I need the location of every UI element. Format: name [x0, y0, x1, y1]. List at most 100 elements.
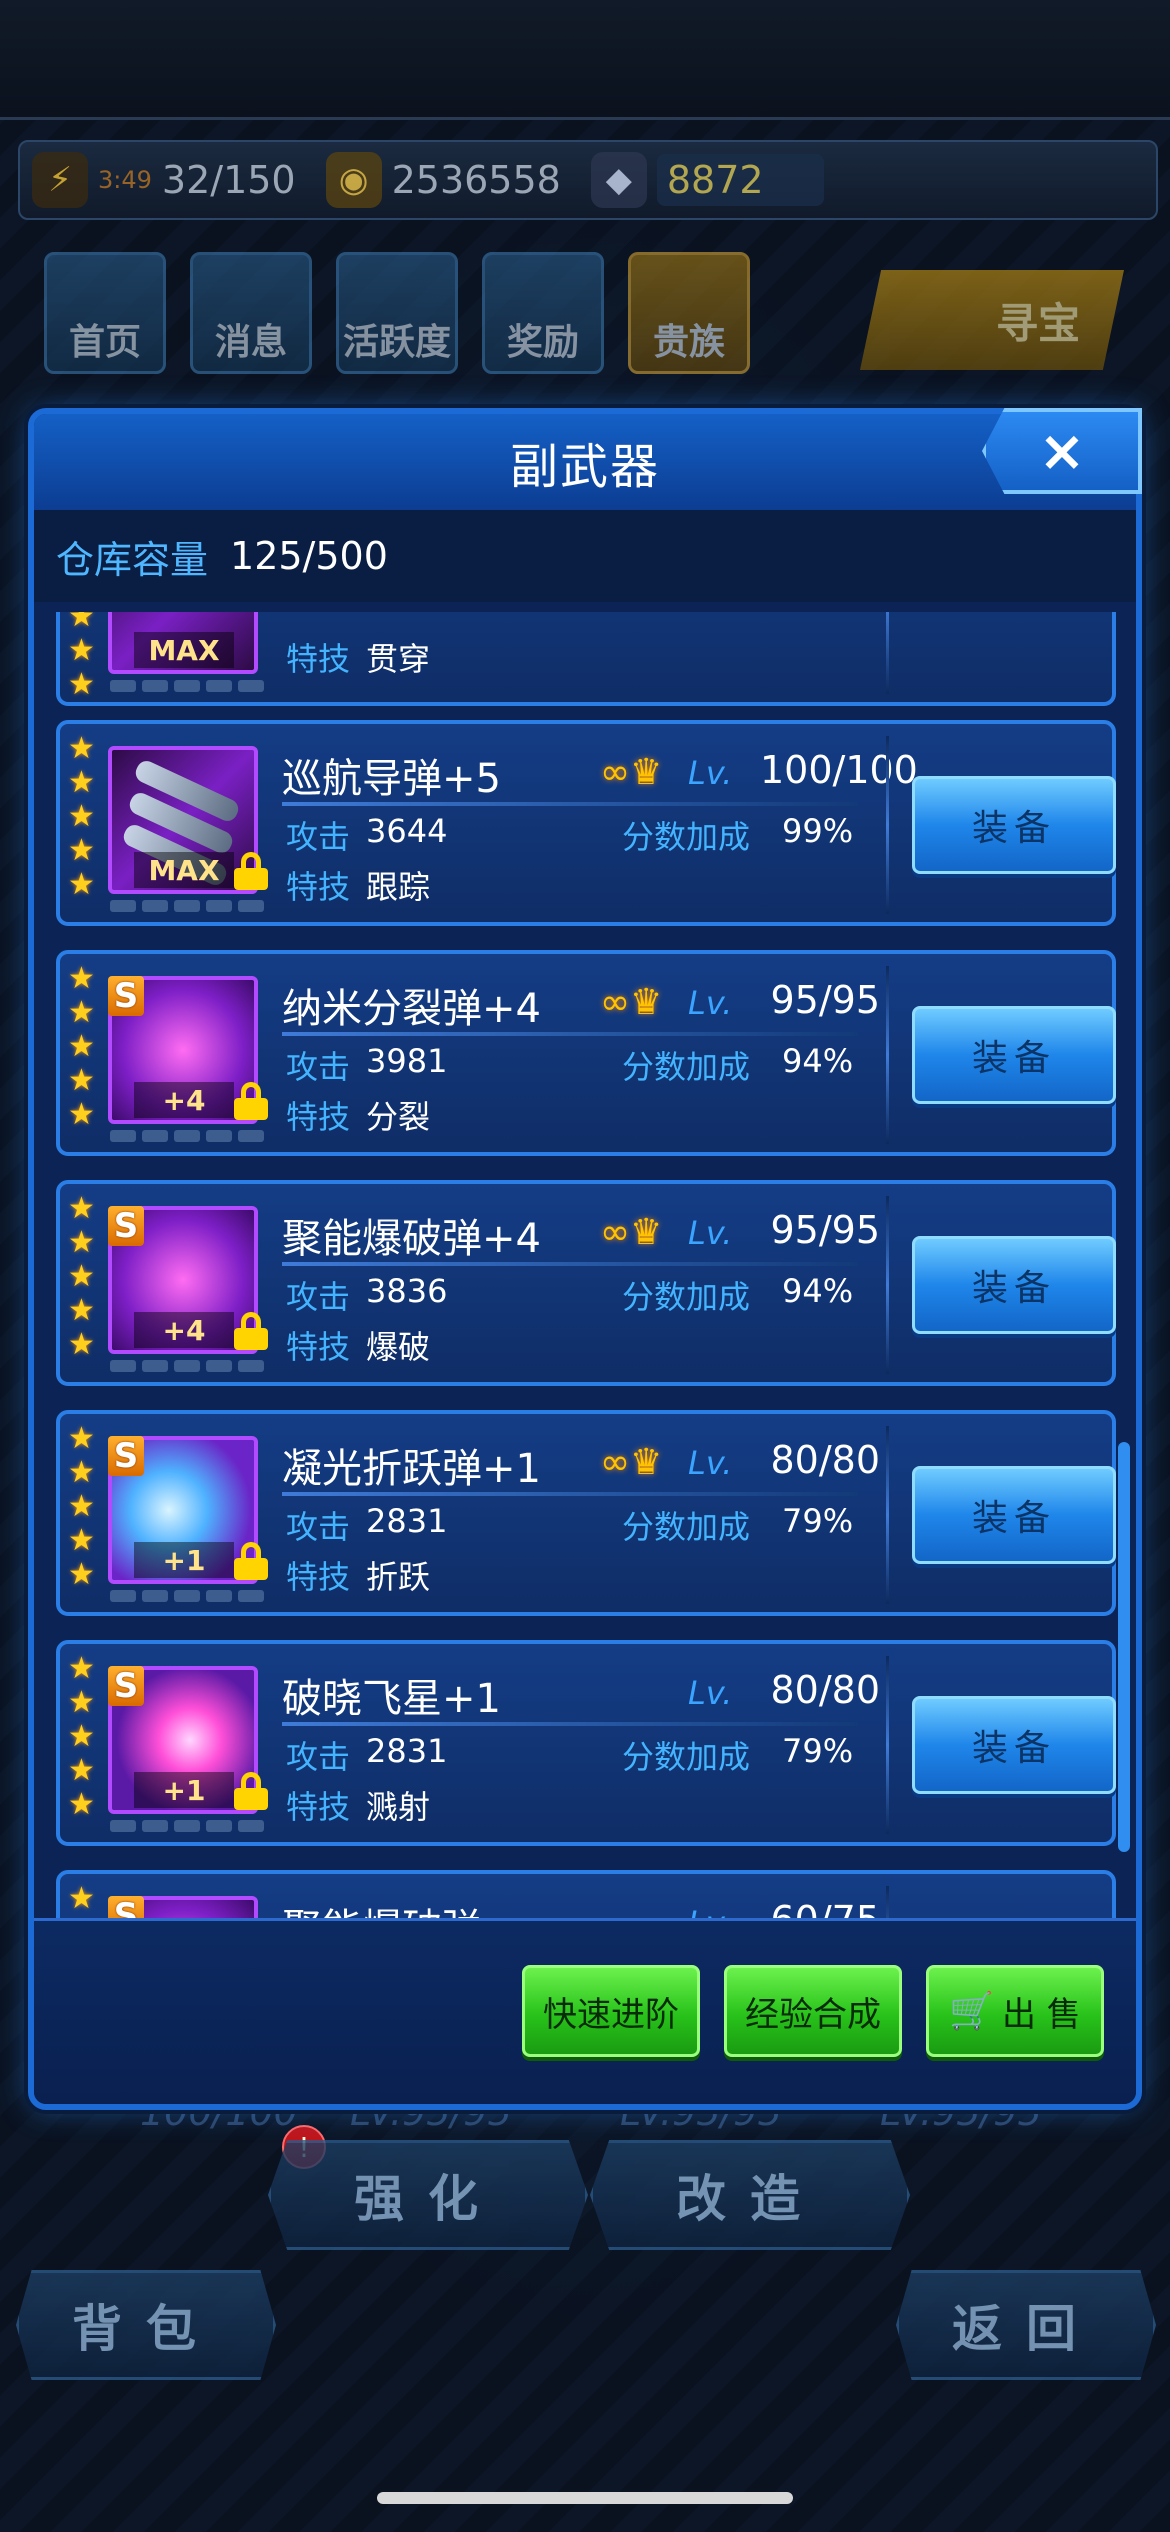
slot-bar [110, 900, 264, 912]
star-rating: ★ ★ ★ [68, 612, 95, 700]
attack-value: 3836 [366, 1272, 448, 1310]
weapon-name: 纳米分裂弹+4 [282, 986, 541, 1032]
lightning-icon: ⚡ [32, 152, 88, 208]
rank-badge: S [108, 1666, 144, 1706]
attack-label: 攻击 [286, 1508, 351, 1546]
skill-value: 贯穿 [366, 640, 431, 678]
list-item[interactable]: ★ ★ ★ MAX 特技 贯穿 [56, 612, 1116, 706]
lock-icon[interactable] [234, 1772, 268, 1810]
nav-noble[interactable]: 贵族 [628, 252, 750, 374]
attack-label: 攻击 [286, 818, 351, 856]
exp-synthesis-button[interactable]: 经验合成 [724, 1965, 902, 2057]
home-indicator[interactable] [377, 2492, 793, 2504]
list-item[interactable]: ★ ★ ★ ★ ★ S +1 破晓飞星+1 Lv. 80/80 攻击 2831 … [56, 1640, 1116, 1846]
treasure-label: 寻宝 [995, 298, 1080, 348]
score-bonus-value: 94% [782, 1272, 854, 1310]
equip-button[interactable]: 装备 [912, 1696, 1116, 1794]
score-bonus-label: 分数加成 [622, 818, 751, 856]
star-icon: ★ [68, 867, 95, 902]
gold-resource[interactable]: ◉ 2536558 [325, 152, 561, 208]
star-icon: ★ [68, 995, 95, 1030]
attack-label: 攻击 [286, 1738, 351, 1776]
level-value: 80/80 [770, 1438, 880, 1482]
rank-badge: S [108, 976, 144, 1016]
rank-badge: S [108, 1206, 144, 1246]
close-button[interactable]: × [982, 408, 1142, 494]
scrollbar[interactable] [1118, 1442, 1130, 1852]
level-label: Lv. [688, 1214, 733, 1252]
star-icon: ★ [68, 612, 95, 634]
star-icon: ★ [68, 799, 95, 834]
list-item[interactable]: ★ ★ ★ ★ ★ MAX 巡航导弹+5 ∞♛ Lv. 100/100 攻击 3… [56, 720, 1116, 926]
star-icon: ★ [68, 1191, 95, 1226]
modify-button[interactable]: 改造 [590, 2140, 910, 2250]
equip-button[interactable]: 装备 [912, 1466, 1116, 1564]
thumbnail-tag: +1 [134, 1542, 234, 1578]
skill-label: 特技 [286, 1558, 351, 1596]
divider [886, 966, 889, 1144]
nav-activity[interactable]: 活跃度 [336, 252, 458, 374]
thumbnail-tag: +1 [134, 1772, 234, 1808]
back-button[interactable]: 返回 [896, 2270, 1156, 2380]
divider [886, 1196, 889, 1374]
skill-label: 特技 [286, 1098, 351, 1136]
star-icon: ★ [68, 1421, 95, 1456]
skill-value: 分裂 [366, 1098, 431, 1136]
level-label: Lv. [688, 1444, 733, 1482]
slot-bar [110, 1130, 264, 1142]
star-icon: ★ [68, 1881, 95, 1916]
capacity-row: 仓库容量 125/500 [34, 510, 1136, 602]
equip-button[interactable]: 装备 [912, 1236, 1116, 1334]
lock-icon[interactable] [234, 852, 268, 890]
skill-label: 特技 [286, 640, 351, 678]
skill-label: 特技 [286, 1328, 351, 1366]
star-icon: ★ [68, 1225, 95, 1260]
nav-home[interactable]: 首页 [44, 252, 166, 374]
level-value: 95/95 [770, 1208, 880, 1252]
equip-button[interactable]: 装备 [912, 776, 1116, 874]
nav-rewards[interactable]: 奖励 [482, 252, 604, 374]
capacity-label: 仓库容量 [56, 537, 209, 582]
gold-value: 2536558 [391, 158, 561, 202]
divider [886, 736, 889, 914]
weapon-list[interactable]: ★ ★ ★ MAX 特技 贯穿 ★ ★ ★ ★ ★ MAX 巡航导弹+5 ∞♛ … [34, 612, 1136, 1930]
sell-button[interactable]: 🛒 出 售 [926, 1965, 1104, 2057]
nav-messages[interactable]: 消息 [190, 252, 312, 374]
lock-icon[interactable] [234, 1082, 268, 1120]
star-icon: ★ [68, 1097, 95, 1132]
divider [886, 1656, 889, 1834]
star-icon: ★ [68, 1259, 95, 1294]
resource-bar: ⚡ 3:49 32/150 ◉ 2536558 ◆ 8872 [18, 140, 1158, 220]
quick-advance-button[interactable]: 快速进阶 [522, 1965, 700, 2057]
score-bonus-label: 分数加成 [622, 1508, 751, 1546]
gem-value: 8872 [666, 158, 764, 202]
strengthen-button[interactable]: 强化 [268, 2140, 588, 2250]
lock-icon[interactable] [234, 1542, 268, 1580]
lock-icon[interactable] [234, 1312, 268, 1350]
level-label: Lv. [688, 754, 733, 792]
thumbnail-tag: +4 [134, 1312, 234, 1348]
level-value: 100/100 [760, 748, 918, 792]
gem-resource[interactable]: ◆ 8872 [590, 152, 824, 208]
score-bonus-label: 分数加成 [622, 1278, 751, 1316]
list-item[interactable]: ★ ★ ★ ★ ★ S +4 纳米分裂弹+4 ∞♛ Lv. 95/95 攻击 3… [56, 950, 1116, 1156]
treasure-button[interactable]: 寻宝 [860, 270, 1124, 370]
skill-value: 爆破 [366, 1328, 431, 1366]
weapon-name: 破晓飞星+1 [282, 1676, 501, 1722]
skill-label: 特技 [286, 1788, 351, 1826]
energy-resource[interactable]: ⚡ 3:49 32/150 [32, 152, 296, 208]
sell-label: 出 售 [1002, 1994, 1081, 2035]
dialog-header: 副武器 [34, 414, 1136, 510]
star-icon: ★ [68, 1557, 95, 1592]
attack-value: 2831 [366, 1502, 448, 1540]
list-item[interactable]: ★ ★ ★ ★ ★ S +4 聚能爆破弹+4 ∞♛ Lv. 95/95 攻击 3… [56, 1180, 1116, 1386]
score-bonus-value: 79% [782, 1502, 854, 1540]
link-icon: ∞♛ [600, 1441, 663, 1483]
equip-button[interactable]: 装备 [912, 1006, 1116, 1104]
top-frame [0, 0, 1170, 120]
bag-button[interactable]: 背包 [16, 2270, 276, 2380]
star-icon: ★ [68, 1489, 95, 1524]
star-icon: ★ [68, 667, 95, 702]
star-icon: ★ [68, 1523, 95, 1558]
list-item[interactable]: ★ ★ ★ ★ ★ S +1 凝光折跃弹+1 ∞♛ Lv. 80/80 攻击 2… [56, 1410, 1116, 1616]
